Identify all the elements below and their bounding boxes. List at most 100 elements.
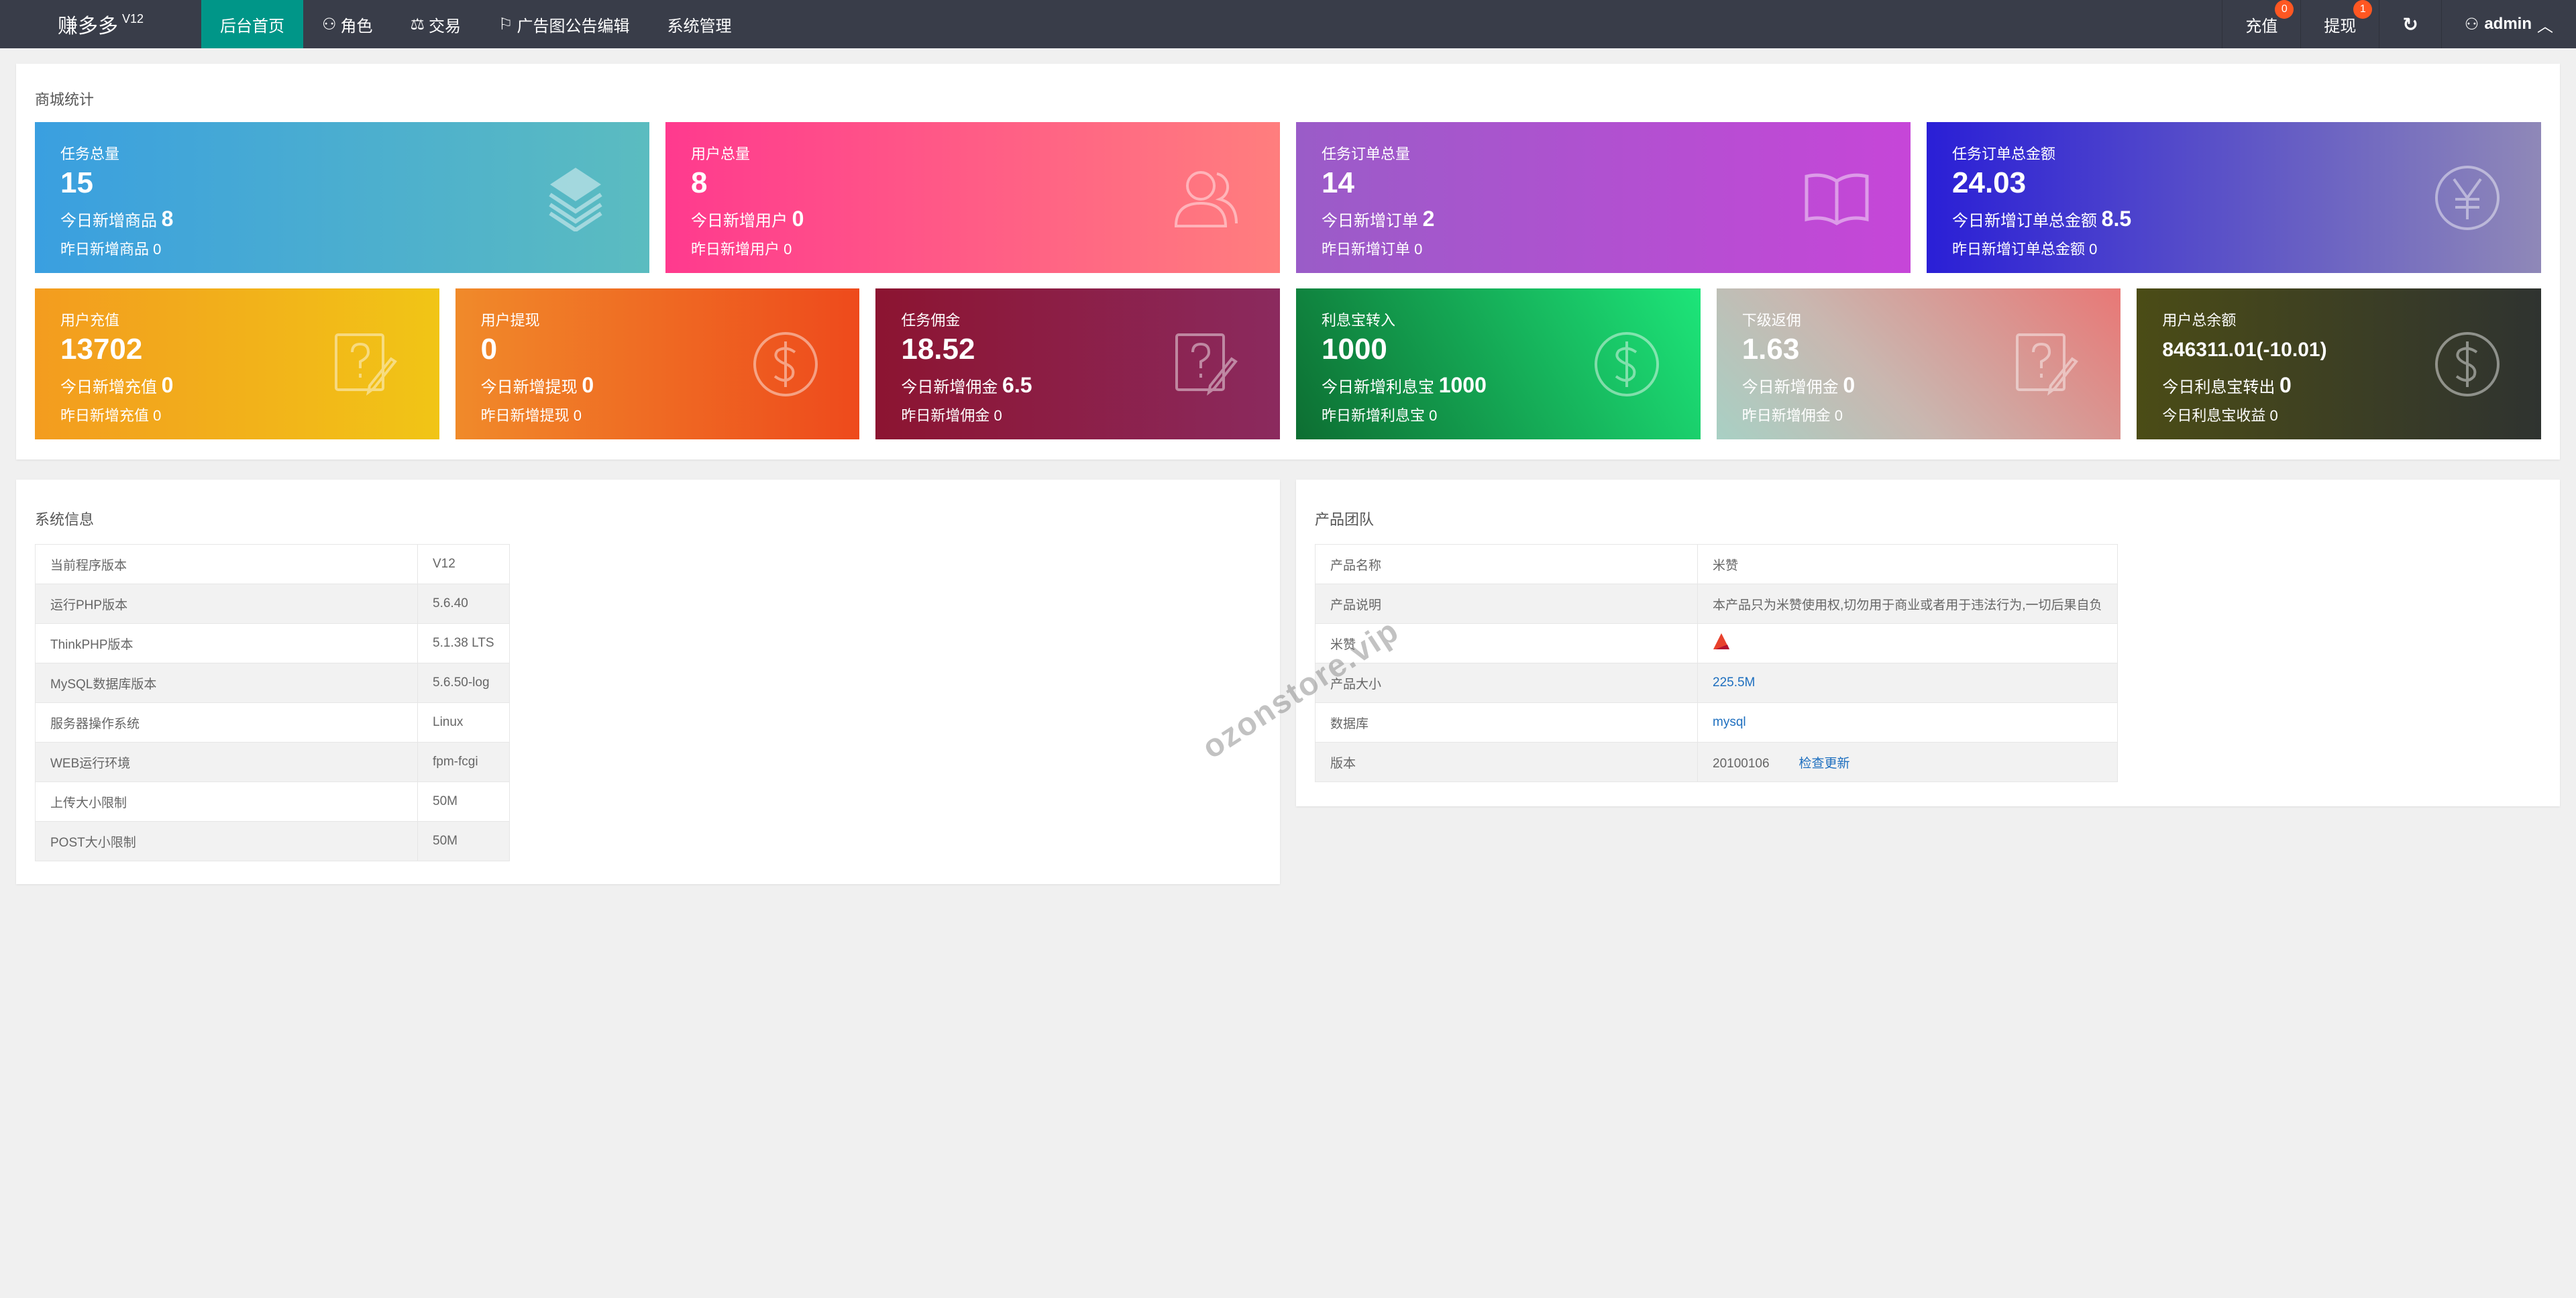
stat-yesterday: 昨日新增提现 0	[480, 407, 582, 424]
menu-item-1[interactable]: ⚇ 角色	[303, 0, 392, 48]
stat-title: 任务佣金	[901, 312, 961, 329]
row-label: ThinkPHP版本	[35, 623, 418, 663]
system-info-table: 当前程序版本 V12 运行PHP版本 5.6.40 ThinkPHP版本 5.1.38 L…	[35, 544, 510, 861]
users-icon	[1173, 164, 1240, 231]
row-value: 50M	[417, 781, 510, 822]
withdraw-button[interactable]: 提现 1	[2300, 0, 2379, 48]
stat-today-label: 今日新增佣金	[1741, 378, 1839, 396]
stat-today-value: 0	[792, 207, 804, 231]
logo-text: 赚多多	[57, 15, 118, 38]
username: admin	[2484, 15, 2532, 33]
dollar-icon	[2434, 331, 2501, 398]
logo[interactable]: 赚多多 V12	[0, 0, 201, 48]
refresh-button[interactable]: ↻	[2379, 0, 2440, 48]
menu-item-2[interactable]: ⚖ 交易	[392, 0, 480, 48]
refresh-icon: ↻	[2402, 13, 2418, 35]
version-value: 20100106	[1713, 756, 1770, 771]
stat-today: 今日新增商品 8	[60, 207, 624, 233]
recharge-button[interactable]: 充值 0	[2222, 0, 2300, 48]
stats-row-1: 任务总量 15 今日新增商品 8 昨日新增商品 0 用户总量 8 今日新增用户 …	[35, 122, 2541, 273]
stat-title: 任务订单总金额	[1952, 146, 2056, 162]
row-label: 当前程序版本	[35, 544, 418, 584]
row-label: 产品大小	[1315, 663, 1698, 703]
stat-yesterday: 昨日新增商品 0	[60, 241, 162, 258]
stat-today-label: 今日新增用户	[691, 212, 788, 230]
table-row: WEB运行环境 fpm-fcgi	[35, 742, 510, 782]
row-label: 产品名称	[1315, 544, 1698, 584]
stat-today-label: 今日新增提现	[480, 378, 578, 396]
question-edit-icon	[332, 331, 399, 398]
stat-today-value: 0	[1843, 373, 1856, 397]
stat-today-label: 今日新增商品	[60, 212, 157, 230]
menu-item-3[interactable]: ⚐ 广告图公告编辑	[480, 0, 649, 48]
row-value: fpm-fcgi	[417, 742, 510, 782]
main-menu: 后台首页 ⚇ 角色 ⚖ 交易 ⚐ 广告图公告编辑 系统管理	[201, 0, 751, 48]
table-row: 运行PHP版本 5.6.40	[35, 584, 510, 624]
stat-title: 下级返佣	[1741, 312, 1801, 329]
menu-item-4[interactable]: 系统管理	[649, 0, 751, 48]
row-value: 5.6.40	[417, 584, 510, 624]
stat-title: 任务订单总量	[1322, 146, 1411, 162]
table-row: 服务器操作系统 Linux	[35, 702, 510, 743]
table-row: MySQL数据库版本 5.6.50-log	[35, 663, 510, 703]
row-value: 225.5M	[1697, 663, 2118, 703]
stat-today-label: 今日新增订单总金额	[1952, 212, 2097, 230]
stat-today-value: 0	[582, 373, 594, 397]
row-value: 米赞	[1697, 544, 2118, 584]
stat-today-value: 0	[2279, 373, 2292, 397]
navbar-right: 充值 0 提现 1 ↻ ⚇ admin ︿	[2222, 0, 2576, 48]
stat-value: 24.03	[1952, 166, 2027, 199]
stat-today-label: 今日新增充值	[60, 378, 157, 396]
flag-icon: ⚐	[498, 15, 513, 34]
stat-yesterday: 昨日新增佣金 0	[901, 407, 1002, 424]
stats-row-2: 用户充值 13702 今日新增充值 0 昨日新增充值 0 用户提现 0 今日新增…	[35, 288, 2542, 439]
system-info-panel: 系统信息 当前程序版本 V12 运行PHP版本 5.6.40 ThinkPHP版本 5.1…	[16, 480, 1280, 884]
stat-yesterday: 昨日新增利息宝 0	[1322, 407, 1438, 424]
stat-title: 用户提现	[480, 312, 540, 329]
panel-title: 产品团队	[1315, 511, 1375, 528]
layers-icon	[542, 164, 609, 233]
stat-today-label: 今日新增订单	[1322, 212, 1418, 230]
stat-yesterday: 昨日新增用户 0	[691, 241, 792, 258]
row-value: Linux	[417, 702, 510, 743]
table-row: 产品大小 225.5M	[1315, 663, 2118, 703]
stat-card: 任务订单总量 14 今日新增订单 2 昨日新增订单 0	[1296, 122, 1911, 273]
stat-today-value: 0	[161, 373, 174, 397]
row-value: V12	[417, 544, 510, 584]
row-label: 版本	[1315, 742, 1698, 782]
stat-today-value: 6.5	[1002, 373, 1032, 397]
stat-today-value: 8	[161, 207, 174, 231]
stat-today-value: 1000	[1438, 373, 1487, 397]
row-label: 服务器操作系统	[35, 702, 418, 743]
panel-title: 商城统计	[35, 91, 95, 108]
user-icon: ⚇	[322, 15, 337, 34]
stat-today-label: 今日新增佣金	[901, 378, 998, 396]
stat-value: 14	[1322, 166, 1354, 199]
stat-card: 任务总量 15 今日新增商品 8 昨日新增商品 0	[35, 122, 649, 273]
stat-title: 用户充值	[60, 312, 120, 329]
stat-yesterday: 昨日新增充值 0	[60, 407, 162, 424]
check-update-link[interactable]: 检查更新	[1799, 757, 1850, 771]
table-row: 当前程序版本 V12	[35, 544, 510, 584]
table-row: 数据库 mysql	[1315, 702, 2118, 743]
user-menu[interactable]: ⚇ admin ︿	[2440, 0, 2576, 48]
stat-card: 任务佣金 18.52 今日新增佣金 6.5 昨日新增佣金 0	[875, 288, 1281, 439]
book-icon	[1803, 164, 1870, 231]
brand-logo-icon	[1713, 633, 1729, 649]
stat-today-label: 今日利息宝转出	[2162, 378, 2275, 396]
row-value: 50M	[417, 821, 510, 861]
menu-item-label: 后台首页	[220, 17, 284, 36]
stat-yesterday: 今日利息宝收益 0	[2162, 407, 2278, 424]
table-row: ThinkPHP版本 5.1.38 LTS	[35, 623, 510, 663]
row-value: 5.6.50-log	[417, 663, 510, 703]
scale-icon: ⚖	[410, 15, 425, 34]
dollar-icon	[1593, 331, 1660, 398]
menu-item-0[interactable]: 后台首页	[201, 0, 303, 48]
stat-title: 用户总量	[691, 146, 751, 162]
row-label: 数据库	[1315, 702, 1698, 743]
table-row: 米赞	[1315, 623, 2118, 663]
withdraw-label: 提现	[2324, 17, 2357, 36]
row-value: mysql	[1697, 702, 2118, 743]
row-label: 上传大小限制	[35, 781, 418, 822]
stat-card: 用户总量 8 今日新增用户 0 昨日新增用户 0	[665, 122, 1280, 273]
